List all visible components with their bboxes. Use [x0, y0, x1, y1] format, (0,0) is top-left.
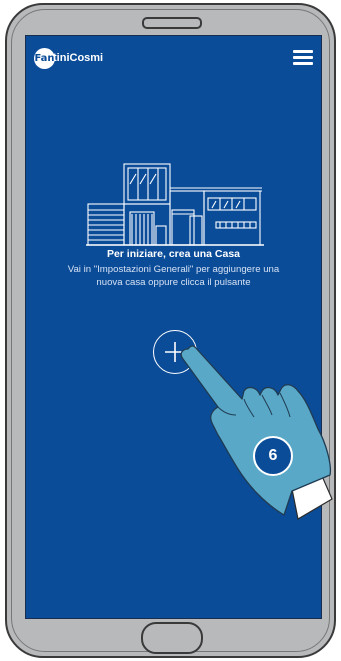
- empty-state-description: Vai in "Impostazioni Generali" per aggiu…: [67, 264, 280, 288]
- empty-state-title: Per iniziare, crea una Casa: [106, 248, 241, 260]
- logo-text: tiniCosmi: [53, 52, 104, 64]
- logo-badge: Fan: [34, 47, 55, 69]
- app-logo: Fan tiniCosmi: [34, 47, 103, 69]
- tutorial-step-badge: 6: [253, 436, 293, 476]
- phone-speaker: [142, 17, 202, 29]
- hamburger-menu-icon[interactable]: [293, 50, 313, 66]
- house-outline-illustration: [86, 163, 264, 246]
- phone-home-button[interactable]: [141, 622, 203, 654]
